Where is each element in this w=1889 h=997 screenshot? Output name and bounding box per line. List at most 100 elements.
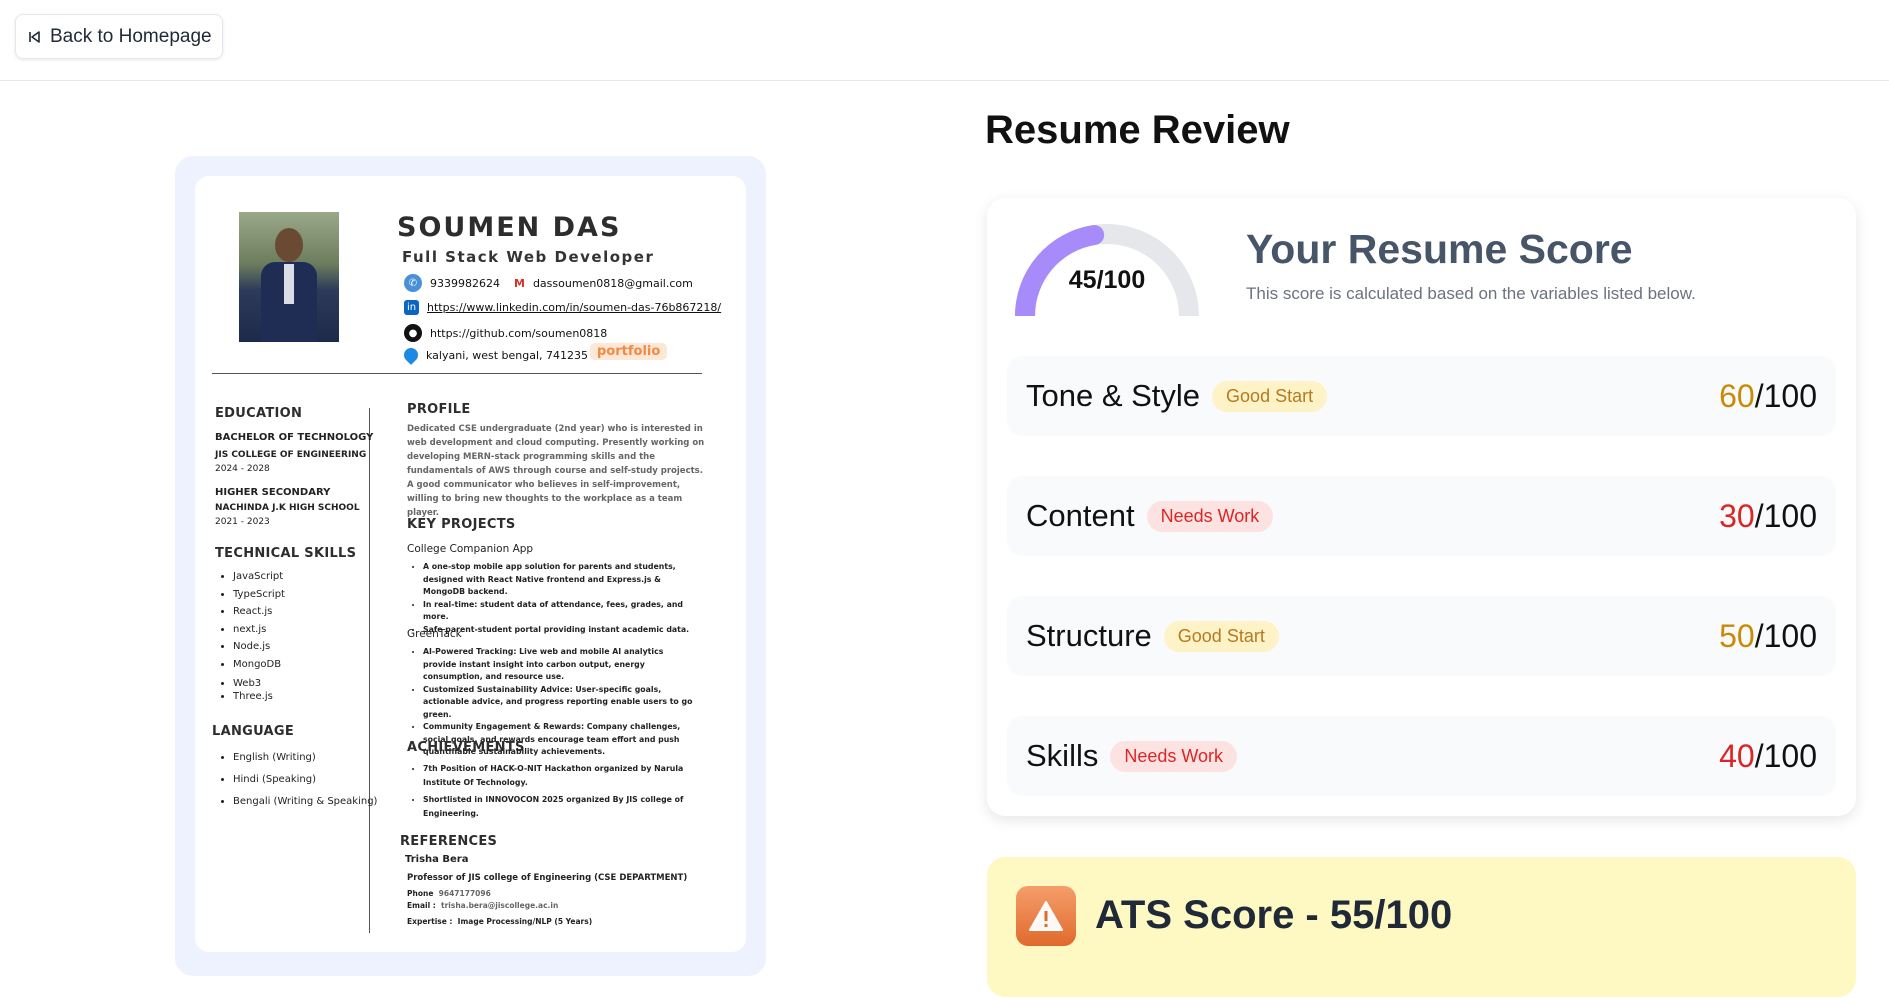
back-to-homepage-label: Back to Homepage <box>50 25 212 47</box>
achievements-heading: ACHIEVEMENTS <box>407 740 525 755</box>
resume-github-row: ● https://github.com/soumen0818 <box>404 324 607 342</box>
resume-contact-row: ✆ 9339982624 M dassoumen0818@gmail.com <box>404 274 693 292</box>
location-pin-icon <box>401 345 421 365</box>
resume-linkedin: https://www.linkedin.com/in/soumen-das-7… <box>427 301 722 314</box>
reference-email-row: Email : trisha.bera@jiscollege.ac.in <box>407 901 558 910</box>
resume-github: https://github.com/soumen0818 <box>430 326 608 340</box>
education-school-1: JIS COLLEGE OF ENGINEERING <box>215 450 367 460</box>
skills-heading: TECHNICAL SKILLS <box>215 546 357 561</box>
resume-phone: 9339982624 <box>430 276 500 290</box>
category-score-value: 50 <box>1719 617 1755 654</box>
linkedin-icon: in <box>404 300 419 315</box>
reference-phone-label: Phone <box>407 889 434 898</box>
overall-score-label: 45/100 <box>1068 266 1146 294</box>
top-bar: Back to Homepage <box>0 0 1889 81</box>
resume-email: dassoumen0818@gmail.com <box>532 276 693 290</box>
education-years-1: 2024 - 2028 <box>215 464 270 474</box>
category-score: 40/100 <box>1719 738 1817 775</box>
skills-list: JavaScript TypeScript React.js next.js N… <box>215 568 285 703</box>
category-name: Skills <box>1026 738 1099 773</box>
back-to-homepage-button[interactable]: Back to Homepage <box>15 14 223 59</box>
resume-location-row: kalyani, west bengal, 741235 <box>401 345 589 365</box>
reference-name: Trisha Bera <box>405 854 469 865</box>
category-row-skills: Skills Needs Work 40/100 <box>1007 716 1836 796</box>
list-item: Node.js <box>233 638 285 656</box>
reference-email-label: Email : <box>407 901 436 910</box>
resume-name: SOUMEN DAS <box>397 212 622 243</box>
category-score-value: 40 <box>1719 737 1755 774</box>
status-badge: Needs Work <box>1110 740 1238 772</box>
projects-heading: KEY PROJECTS <box>407 517 516 532</box>
status-badge: Good Start <box>1212 380 1328 412</box>
list-item: TypeScript <box>233 586 285 604</box>
category-name: Structure <box>1026 618 1152 653</box>
list-item: Safe parent-student portal providing ins… <box>423 624 699 637</box>
status-badge: Good Start <box>1163 620 1279 652</box>
list-item: 7th Position of HACK-O-NIT Hackathon org… <box>423 762 699 789</box>
category-score-max: /100 <box>1754 377 1817 414</box>
resume-preview-container: SOUMEN DAS Full Stack Web Developer ✆ 93… <box>175 156 766 976</box>
portfolio-tag: portfolio <box>590 343 668 360</box>
achievements-list: 7th Position of HACK-O-NIT Hackathon org… <box>409 762 699 820</box>
page-title: Resume Review <box>985 108 1290 152</box>
education-heading: EDUCATION <box>215 406 303 421</box>
category-row-content: Content Needs Work 30/100 <box>1007 476 1836 556</box>
reference-phone-row: Phone 9647177096 <box>407 889 491 898</box>
reference-expertise-row: Expertise : Image Processing/NLP (5 Year… <box>407 917 592 926</box>
phone-icon: ✆ <box>404 274 422 292</box>
category-row-tone-style: Tone & Style Good Start 60/100 <box>1007 356 1836 436</box>
score-card-title: Your Resume Score <box>1246 226 1633 272</box>
education-degree-2: HIGHER SECONDARY <box>215 487 331 498</box>
score-card-subtitle: This score is calculated based on the va… <box>1246 284 1696 303</box>
reference-expertise: Image Processing/NLP (5 Years) <box>457 917 593 926</box>
resume-image: SOUMEN DAS Full Stack Web Developer ✆ 93… <box>195 176 746 952</box>
list-item: Hindi (Speaking) <box>233 769 377 791</box>
list-item: A one-stop mobile app solution for paren… <box>423 561 699 599</box>
skip-back-icon <box>26 29 42 45</box>
references-heading: REFERENCES <box>400 834 498 849</box>
resume-role: Full Stack Web Developer <box>402 248 655 266</box>
list-item: Customized Sustainability Advice: User-s… <box>423 684 699 722</box>
github-icon: ● <box>404 324 422 342</box>
resume-column-divider <box>369 408 370 933</box>
reference-phone: 9647177096 <box>438 889 491 898</box>
ats-score-card: ATS Score - 55/100 <box>987 857 1856 997</box>
list-item: JavaScript <box>233 568 285 586</box>
list-item: Three.js <box>233 690 285 703</box>
warning-icon <box>1016 886 1076 946</box>
category-name: Tone & Style <box>1026 378 1201 413</box>
resume-linkedin-row: in https://www.linkedin.com/in/soumen-da… <box>404 300 721 315</box>
reference-expertise-label: Expertise : <box>407 917 453 926</box>
list-item: Web3 <box>233 677 285 690</box>
resume-score-card: 45/100 Your Resume Score This score is c… <box>987 198 1856 816</box>
resume-divider <box>212 373 702 374</box>
category-score: 50/100 <box>1719 618 1817 655</box>
resume-location: kalyani, west bengal, 741235 <box>426 348 589 362</box>
category-score: 30/100 <box>1719 498 1817 535</box>
list-item: Shortlisted in INNOVOCON 2025 organized … <box>423 793 699 820</box>
reference-email: trisha.bera@jiscollege.ac.in <box>441 901 559 910</box>
category-score-value: 60 <box>1719 377 1755 414</box>
reference-role: Professor of JIS college of Engineering … <box>407 873 688 883</box>
category-row-structure: Structure Good Start 50/100 <box>1007 596 1836 676</box>
profile-photo <box>239 212 339 342</box>
category-score: 60/100 <box>1719 378 1817 415</box>
category-score-value: 30 <box>1719 497 1755 534</box>
education-years-2: 2021 - 2023 <box>215 517 270 527</box>
education-degree-1: BACHELOR OF TECHNOLOGY <box>215 432 374 443</box>
list-item: Bengali (Writing & Speaking) <box>233 791 377 813</box>
list-item: React.js <box>233 603 285 621</box>
project-2-title: GreenTack <box>407 628 462 640</box>
list-item: MongoDB <box>233 656 285 674</box>
project-1-title: College Companion App <box>407 543 534 555</box>
gmail-icon: M <box>514 276 525 290</box>
education-school-2: NACHINDA J.K HIGH SCHOOL <box>215 503 360 513</box>
ats-score-title: ATS Score - 55/100 <box>1095 893 1453 937</box>
category-score-max: /100 <box>1754 737 1817 774</box>
profile-text: Dedicated CSE undergraduate (2nd year) w… <box>407 424 705 518</box>
category-score-max: /100 <box>1754 497 1817 534</box>
profile-heading: PROFILE <box>407 402 471 417</box>
list-item: In real-time: student data of attendance… <box>423 599 699 624</box>
list-item: English (Writing) <box>233 747 377 769</box>
list-item: next.js <box>233 621 285 639</box>
